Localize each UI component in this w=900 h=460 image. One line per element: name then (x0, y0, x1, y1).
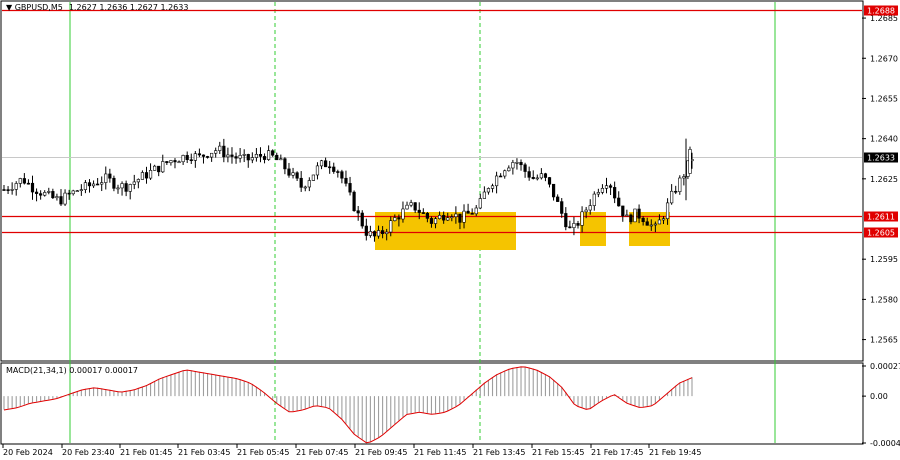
time-tick-label: 21 Feb 05:45 (237, 448, 289, 457)
chart-header: ▼ GBPUSD,M5 1.2627 1.2636 1.2627 1.2633 (6, 3, 188, 12)
level-tags: 1.2688 1.2611 1.2605 (864, 5, 898, 238)
candle (360, 210, 364, 229)
macd-tick-label: 0.00027 (870, 362, 900, 371)
price-tick-label: 1.2580 (870, 295, 898, 304)
price-tick-label: 1.2670 (870, 54, 898, 63)
candle (352, 190, 356, 212)
time-tick-label: 21 Feb 07:45 (296, 448, 348, 457)
level-tag-0: 1.2688 (867, 7, 895, 16)
time-axis: 20 Feb 2024 20 Feb 23:40 21 Feb 01:45 21 Fe… (2, 444, 701, 457)
current-price-tag-label: 1.2633 (867, 154, 895, 163)
collapse-triangle-icon: ▼ (6, 3, 15, 12)
time-tick-label: 20 Feb 23:40 (62, 448, 114, 457)
macd-axis: 0.00027 0.00 -0.00042 (862, 362, 900, 448)
macd-tick-label: -0.00042 (870, 439, 900, 448)
symbol-label: GBPUSD,M5 (15, 3, 63, 12)
level-tag-1: 1.2611 (867, 213, 895, 222)
trading-chart[interactable]: ▼ GBPUSD,M5 1.2627 1.2636 1.2627 1.2633 M… (0, 0, 900, 460)
level-tag-2: 1.2605 (867, 229, 895, 238)
macd-label: MACD(21,34,1) 0.00017 0.00017 (6, 366, 138, 375)
time-tick-label: 20 Feb 2024 (3, 448, 53, 457)
time-tick-label: 21 Feb 13:45 (473, 448, 525, 457)
time-tick-label: 21 Feb 01:45 (120, 448, 172, 457)
price-panel[interactable] (0, 0, 864, 362)
current-price-tag: 1.2633 (864, 152, 898, 163)
price-tick-label: 1.2625 (870, 175, 898, 184)
price-tick-label: 1.2595 (870, 255, 898, 264)
candle (311, 174, 315, 182)
time-tick-label: 21 Feb 19:45 (649, 448, 701, 457)
time-tick-label: 21 Feb 11:45 (414, 448, 466, 457)
time-tick-label: 21 Feb 03:45 (178, 448, 230, 457)
time-tick-label: 21 Feb 15:45 (532, 448, 584, 457)
candle (678, 175, 682, 195)
macd-tick-label: 0.00 (870, 392, 888, 401)
time-tick-label: 21 Feb 17:45 (591, 448, 643, 457)
price-tick-label: 1.2655 (870, 94, 898, 103)
support-zone-2[interactable] (580, 212, 606, 246)
time-tick-label: 21 Feb 09:45 (355, 448, 407, 457)
candle (633, 208, 637, 223)
price-axis: 1.26851.26701.26551.26401.26251.25951.25… (862, 14, 898, 345)
price-tick-label: 1.2565 (870, 336, 898, 345)
price-tick-label: 1.2640 (870, 135, 898, 144)
ohlc-values: 1.2627 1.2636 1.2627 1.2633 (69, 3, 189, 12)
